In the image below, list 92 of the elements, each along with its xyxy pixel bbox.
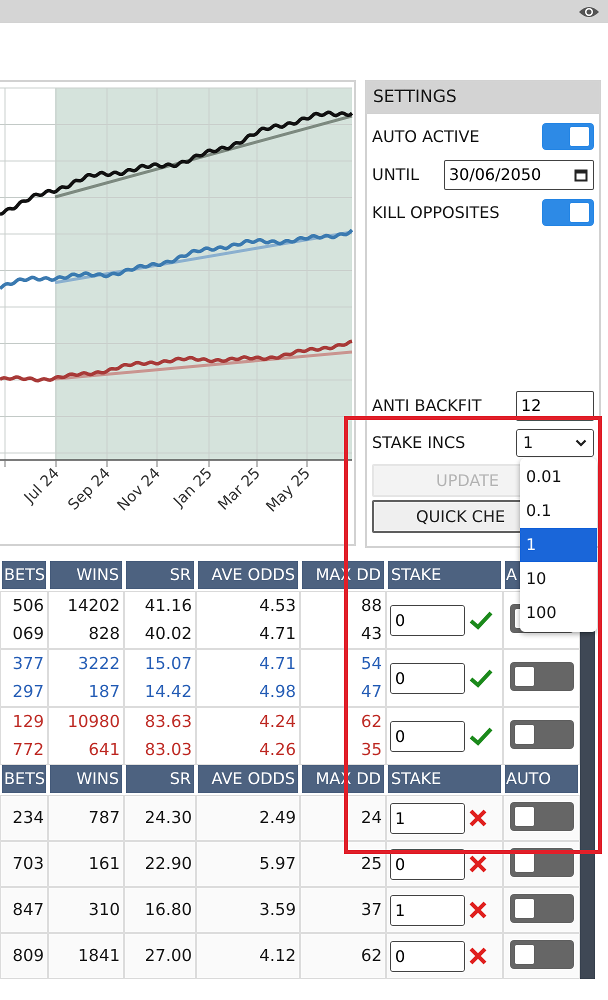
- table-cell-text: 62: [360, 711, 382, 733]
- axis-label: Mar 25: [214, 464, 264, 514]
- toggle-switch[interactable]: [542, 199, 594, 226]
- eye-icon[interactable]: [578, 4, 600, 18]
- table-cell-text: 54: [360, 653, 382, 675]
- table-cell-text: 5.97: [258, 853, 296, 875]
- table-cell-text: 83.03: [144, 739, 192, 761]
- table-cell-text: 4.12: [258, 945, 296, 967]
- table-cell-text: 377: [12, 653, 44, 675]
- toggle-switch[interactable]: [510, 720, 574, 750]
- column-header: AVE ODDS: [196, 765, 300, 795]
- table-cell-text: 129: [12, 711, 44, 733]
- table-cell-text: 828: [88, 623, 120, 645]
- table-cell-text: 24: [360, 807, 382, 829]
- toggle-switch[interactable]: [510, 894, 574, 924]
- table-cell-text: 37: [360, 899, 382, 921]
- setting-label: ANTI BACKFIT: [372, 394, 482, 416]
- column-header: WINS: [48, 765, 124, 795]
- table-cell-text: 88: [360, 595, 382, 617]
- table-cell-text: 4.26: [258, 739, 296, 761]
- axis-label: Jul 24: [20, 464, 63, 506]
- toggle-switch[interactable]: [510, 802, 574, 832]
- date-field[interactable]: 30/06/2050: [444, 160, 594, 190]
- column-header: WINS: [48, 561, 124, 591]
- table-cell-text: 772: [12, 739, 44, 761]
- table-cell-text: 62: [360, 945, 382, 967]
- setting-label: UNTIL: [372, 164, 420, 186]
- column-header: AUTO: [503, 765, 580, 795]
- table-cell-text: 22.90: [144, 853, 192, 875]
- column-header: BETS: [0, 561, 48, 591]
- setting-label: KILL OPPOSITES: [372, 202, 500, 224]
- table-cell-text: 40.02: [144, 623, 192, 645]
- table-cell-text: 24.30: [144, 807, 192, 829]
- table-cell-text: 787: [88, 807, 120, 829]
- table-cell-text: 15.07: [144, 653, 192, 675]
- column-header: AVE ODDS: [196, 561, 300, 591]
- table-cell-text: 310: [88, 899, 120, 921]
- table-cell-text: 4.71: [258, 653, 296, 675]
- table-cell-text: 27.00: [144, 945, 192, 967]
- stake-field[interactable]: 0: [390, 662, 465, 694]
- stake-field[interactable]: 0: [390, 720, 465, 752]
- table-cell-text: 47: [360, 681, 382, 703]
- table-cell-text: 14.42: [144, 681, 192, 703]
- table-cell-text: 25: [360, 853, 382, 875]
- table-cell-text: 14202: [66, 595, 120, 617]
- dropdown-option[interactable]: 1: [520, 528, 597, 562]
- table-cell-text: 847: [12, 899, 44, 921]
- table-cell-text: 641: [88, 739, 120, 761]
- table-cell-text: 234: [12, 807, 44, 829]
- table-cell-text: 187: [88, 681, 120, 703]
- axis-label: Jan 25: [170, 464, 216, 510]
- caret-icon: [575, 438, 587, 446]
- table-cell-text: 1841: [77, 945, 120, 967]
- table-cell-text: 506: [12, 595, 44, 617]
- table-cell-text: 703: [12, 853, 44, 875]
- table-cell-text: 297: [12, 681, 44, 703]
- setting-label: AUTO ACTIVE: [372, 126, 480, 148]
- toggle-switch[interactable]: [542, 123, 594, 150]
- table-cell-text: 4.53: [258, 595, 296, 617]
- stake-field[interactable]: 0: [390, 940, 465, 972]
- table-cell-text: 43: [360, 623, 382, 645]
- column-header: SR: [124, 765, 196, 795]
- dropdown-option[interactable]: 100: [520, 596, 597, 630]
- column-header: STAKE: [386, 561, 503, 591]
- column-header: BETS: [0, 765, 48, 795]
- table-cell-text: 4.98: [258, 681, 296, 703]
- setting-label: STAKE INCS: [372, 432, 466, 454]
- axis-label: Sep 24: [64, 464, 114, 514]
- table-cell-text: 069: [12, 623, 44, 645]
- table-cell-text: 3.59: [258, 899, 296, 921]
- stake-field[interactable]: 1: [390, 802, 465, 834]
- panel-title: SETTINGS: [367, 82, 599, 114]
- table-cell-text: 3222: [77, 653, 120, 675]
- stake-field[interactable]: 0: [390, 604, 465, 636]
- stake-field[interactable]: 1: [390, 894, 465, 926]
- table-cell-text: 4.24: [258, 711, 296, 733]
- toggle-switch[interactable]: [510, 662, 574, 692]
- table-cell-text: 41.16: [144, 595, 192, 617]
- select-field[interactable]: 1: [516, 428, 594, 456]
- table-cell-text: 4.71: [258, 623, 296, 645]
- table-cell-text: 809: [12, 945, 44, 967]
- axis-label: Nov 24: [114, 464, 164, 514]
- table-cell-text: 35: [360, 739, 382, 761]
- table-cell-text: 2.49: [258, 807, 296, 829]
- table-cell-text: 16.80: [144, 899, 192, 921]
- toggle-switch[interactable]: [510, 940, 574, 970]
- table-cell-text: 10980: [66, 711, 120, 733]
- calendar-icon[interactable]: [574, 168, 588, 182]
- column-header: STAKE: [386, 765, 503, 795]
- table-cell-text: 83.63: [144, 711, 192, 733]
- column-header: SR: [124, 561, 196, 591]
- table-cell-text: 161: [88, 853, 120, 875]
